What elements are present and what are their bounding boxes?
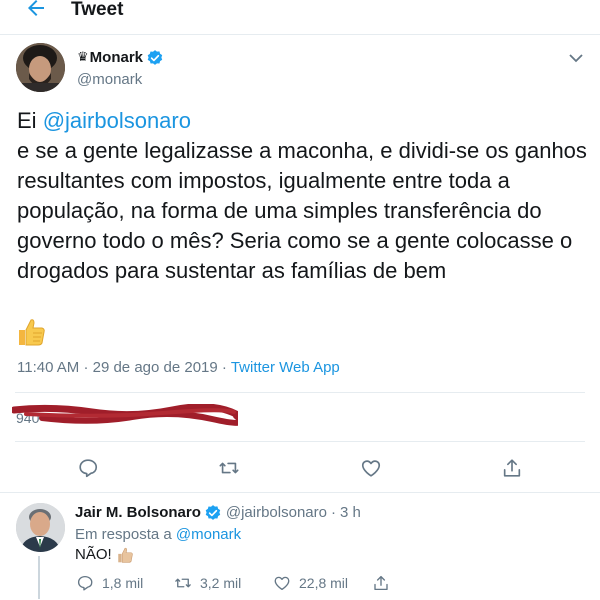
- in-reply-to: Em resposta a @monark: [75, 526, 241, 544]
- reply-icon: [77, 575, 93, 591]
- tweet-text-prefix: Ei: [17, 108, 43, 133]
- retweet-icon: [175, 578, 191, 588]
- like-count: 22,8 mil: [299, 575, 349, 591]
- share-button[interactable]: [372, 574, 398, 592]
- avatar[interactable]: [16, 43, 65, 92]
- arrow-left-icon[interactable]: [24, 0, 48, 20]
- tweet-text-body: e se a gente legalizasse a maconha, e di…: [17, 138, 587, 283]
- meta-separator: ·: [330, 504, 336, 521]
- share-icon[interactable]: [501, 457, 523, 479]
- like-count-button[interactable]: 22,8 mil: [273, 574, 348, 592]
- display-name[interactable]: Monark: [90, 49, 143, 67]
- redaction-scribble: 940: [12, 404, 238, 426]
- chevron-down-icon[interactable]: [568, 52, 584, 64]
- retweet-count: 3,2 mil: [200, 575, 242, 591]
- tweet-text: Ei @jairbolsonaro e se a gente legalizas…: [17, 106, 587, 286]
- reply-count-button[interactable]: 1,8 mil: [76, 574, 143, 592]
- divider: [15, 441, 585, 442]
- page-header: Tweet: [0, 0, 600, 35]
- thumbs-up-icon: [19, 319, 45, 346]
- retweet-count-button[interactable]: 3,2 mil: [174, 574, 241, 592]
- mention-link[interactable]: @monark: [176, 526, 241, 543]
- reply-text-content: NÃO!: [75, 546, 112, 563]
- reply-display-name[interactable]: Jair M. Bolsonaro: [75, 504, 201, 522]
- avatar[interactable]: [16, 503, 65, 552]
- verified-badge-icon: [147, 50, 163, 65]
- share-icon: [374, 575, 388, 591]
- reply-text: NÃO!: [75, 546, 134, 564]
- author-name[interactable]: ♛ Monark: [77, 49, 164, 67]
- meta-separator: ·: [221, 359, 227, 376]
- reply-author: Jair M. Bolsonaro @jairbolsonaro · 3 h: [75, 504, 361, 522]
- reply-icon[interactable]: [77, 457, 99, 479]
- crown-icon: ♛: [77, 50, 89, 65]
- tweet-time[interactable]: 11:40 AM: [17, 359, 79, 376]
- author-handle[interactable]: @monark: [77, 71, 142, 89]
- verified-badge-icon: [205, 505, 221, 520]
- thread-line: [38, 556, 40, 599]
- mention-link[interactable]: @jairbolsonaro: [43, 108, 191, 133]
- thumbs-up-icon: [117, 547, 133, 563]
- tweet-date[interactable]: 29 de ago de 2019: [93, 359, 218, 376]
- tweet-timestamp: 11:40 AM · 29 de ago de 2019 · Twitter W…: [17, 359, 340, 377]
- in-reply-prefix: Em resposta a: [75, 526, 176, 543]
- heart-icon: [274, 576, 290, 591]
- page-title: Tweet: [71, 0, 124, 20]
- reply-age[interactable]: 3 h: [340, 504, 361, 522]
- meta-separator: ·: [83, 359, 89, 376]
- source-app-link[interactable]: Twitter Web App: [231, 359, 340, 376]
- retweet-icon[interactable]: [218, 457, 240, 479]
- reply-handle[interactable]: @jairbolsonaro: [226, 504, 327, 522]
- reply-count: 1,8 mil: [102, 575, 144, 591]
- heart-icon[interactable]: [360, 457, 382, 479]
- divider: [15, 392, 585, 393]
